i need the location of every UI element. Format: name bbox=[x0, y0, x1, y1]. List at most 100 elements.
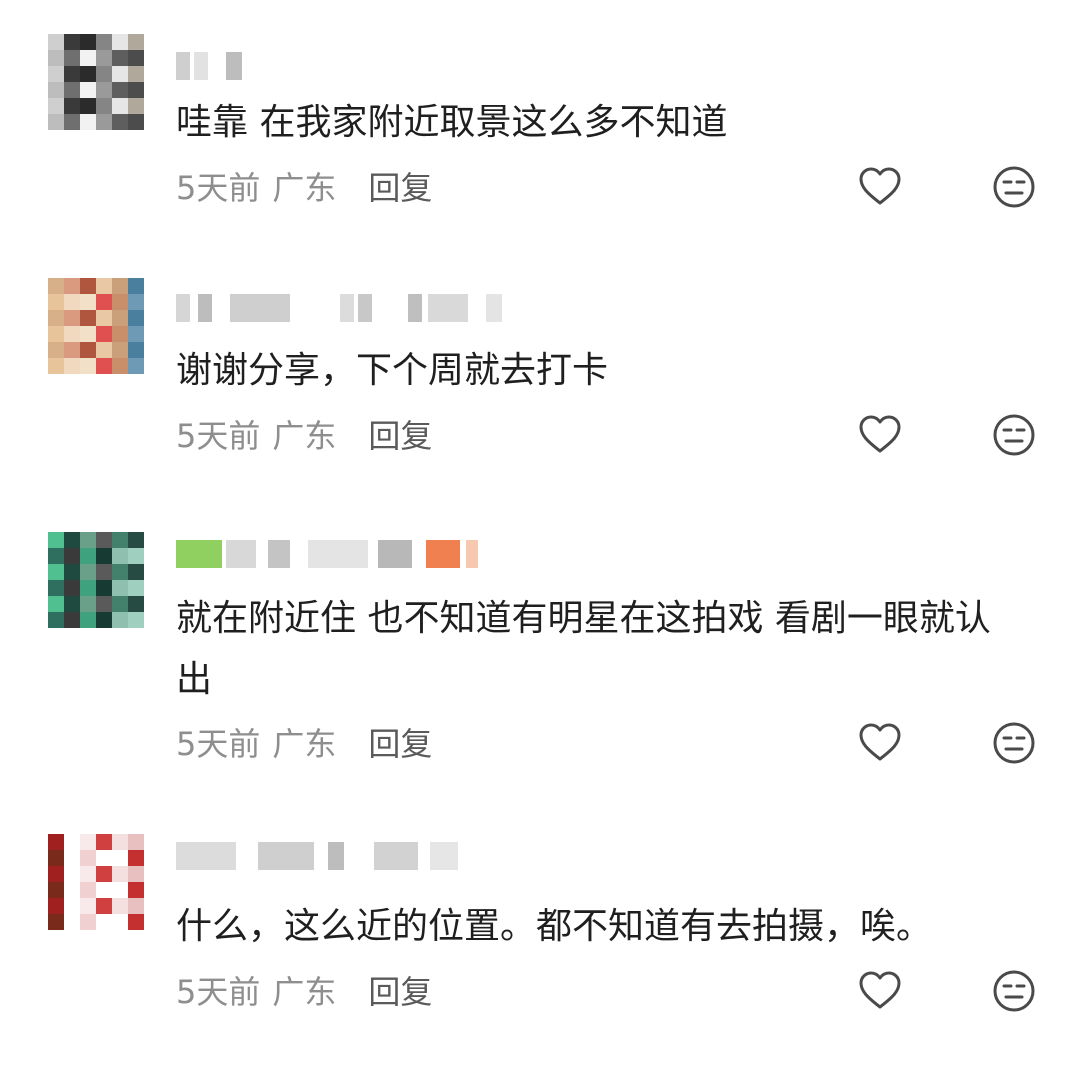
avatar-pixel bbox=[80, 596, 96, 612]
avatar-pixel bbox=[48, 548, 64, 564]
avatar-pixel bbox=[80, 850, 96, 866]
dislike-button[interactable] bbox=[990, 411, 1038, 459]
username-blurred[interactable] bbox=[176, 540, 478, 568]
avatar-pixel bbox=[128, 532, 144, 548]
avatar-pixel bbox=[112, 866, 128, 882]
avatar-pixel bbox=[80, 278, 96, 294]
username-blurred[interactable] bbox=[176, 842, 458, 870]
like-button[interactable] bbox=[856, 162, 904, 210]
like-button[interactable] bbox=[856, 718, 904, 766]
avatar-pixel bbox=[128, 898, 144, 914]
avatar-pixel bbox=[80, 310, 96, 326]
neutral-face-icon bbox=[992, 969, 1036, 1013]
avatar-pixel bbox=[128, 834, 144, 850]
avatar-pixel bbox=[128, 310, 144, 326]
comment-meta: 5天前 广东 回复 bbox=[176, 412, 432, 456]
avatar[interactable] bbox=[48, 532, 144, 628]
avatar-pixel bbox=[64, 326, 80, 342]
avatar-pixel bbox=[48, 850, 64, 866]
avatar-pixel bbox=[64, 596, 80, 612]
comment-meta: 5天前 广东 回复 bbox=[176, 968, 432, 1012]
avatar-pixel bbox=[128, 82, 144, 98]
neutral-face-icon bbox=[992, 165, 1036, 209]
avatar-pixel bbox=[128, 914, 144, 930]
avatar-pixel bbox=[80, 548, 96, 564]
avatar-pixel bbox=[80, 914, 96, 930]
avatar[interactable] bbox=[48, 278, 144, 374]
avatar-pixel bbox=[64, 564, 80, 580]
avatar-pixel bbox=[80, 580, 96, 596]
avatar-pixel bbox=[80, 898, 96, 914]
avatar-pixel bbox=[112, 358, 128, 374]
avatar-pixel bbox=[48, 82, 64, 98]
avatar[interactable] bbox=[48, 34, 144, 130]
avatar-pixel bbox=[96, 66, 112, 82]
reply-button[interactable]: 回复 bbox=[368, 967, 432, 1013]
avatar-pixel bbox=[112, 66, 128, 82]
avatar-pixel bbox=[48, 326, 64, 342]
avatar-pixel bbox=[48, 358, 64, 374]
heart-outline-icon bbox=[858, 414, 902, 454]
avatar-pixel bbox=[48, 612, 64, 628]
comment-time: 5天前 bbox=[176, 169, 261, 207]
avatar-pixel bbox=[64, 612, 80, 628]
reply-button[interactable]: 回复 bbox=[368, 163, 432, 209]
avatar-pixel bbox=[48, 914, 64, 930]
like-button[interactable] bbox=[856, 966, 904, 1014]
avatar-pixel bbox=[48, 834, 64, 850]
reply-button[interactable]: 回复 bbox=[368, 411, 432, 457]
avatar-pixel bbox=[96, 532, 112, 548]
avatar-pixel bbox=[128, 278, 144, 294]
dislike-button[interactable] bbox=[990, 163, 1038, 211]
avatar-pixel bbox=[64, 310, 80, 326]
avatar-pixel bbox=[112, 882, 128, 898]
comment-location: 广东 bbox=[272, 417, 337, 455]
avatar-pixel bbox=[64, 914, 80, 930]
avatar-pixel bbox=[128, 564, 144, 580]
avatar-pixel bbox=[96, 50, 112, 66]
avatar-pixel bbox=[128, 850, 144, 866]
username-blurred[interactable] bbox=[176, 52, 242, 80]
avatar-pixel bbox=[48, 596, 64, 612]
avatar-pixel bbox=[96, 114, 112, 130]
avatar-pixel bbox=[96, 564, 112, 580]
comment-text: 什么，这么近的位置。都不知道有去拍摄，唉。 bbox=[176, 906, 933, 947]
avatar-pixel bbox=[112, 564, 128, 580]
avatar-pixel bbox=[128, 342, 144, 358]
avatar-pixel bbox=[96, 914, 112, 930]
username-blurred[interactable] bbox=[176, 294, 502, 322]
comment-text: 谢谢分享，下个周就去打卡 bbox=[176, 350, 609, 391]
like-button[interactable] bbox=[856, 410, 904, 458]
avatar-pixel bbox=[112, 82, 128, 98]
avatar-pixel bbox=[64, 898, 80, 914]
avatar-pixel bbox=[96, 294, 112, 310]
avatar-pixel bbox=[112, 914, 128, 930]
comment-meta: 5天前 广东 回复 bbox=[176, 720, 432, 764]
avatar-pixel bbox=[112, 294, 128, 310]
reply-button[interactable]: 回复 bbox=[368, 719, 432, 765]
avatar-pixel bbox=[96, 850, 112, 866]
avatar-pixel bbox=[48, 342, 64, 358]
avatar-pixel bbox=[96, 326, 112, 342]
avatar-pixel bbox=[128, 580, 144, 596]
avatar-pixel bbox=[64, 50, 80, 66]
avatar-pixel bbox=[128, 358, 144, 374]
avatar-pixel bbox=[64, 98, 80, 114]
avatar-pixel bbox=[64, 850, 80, 866]
dislike-button[interactable] bbox=[990, 719, 1038, 767]
avatar-pixel bbox=[80, 82, 96, 98]
neutral-face-icon bbox=[992, 721, 1036, 765]
avatar-pixel bbox=[96, 82, 112, 98]
avatar-pixel bbox=[48, 50, 64, 66]
avatar-pixel bbox=[64, 866, 80, 882]
dislike-button[interactable] bbox=[990, 967, 1038, 1015]
comment-location: 广东 bbox=[272, 169, 337, 207]
avatar-pixel bbox=[112, 834, 128, 850]
comment-text: 哇靠 在我家附近取景这么多不知道 bbox=[176, 102, 728, 143]
avatar[interactable] bbox=[48, 834, 144, 930]
avatar-pixel bbox=[128, 98, 144, 114]
avatar-pixel bbox=[80, 326, 96, 342]
avatar-pixel bbox=[80, 114, 96, 130]
avatar-pixel bbox=[64, 342, 80, 358]
avatar-pixel bbox=[80, 532, 96, 548]
